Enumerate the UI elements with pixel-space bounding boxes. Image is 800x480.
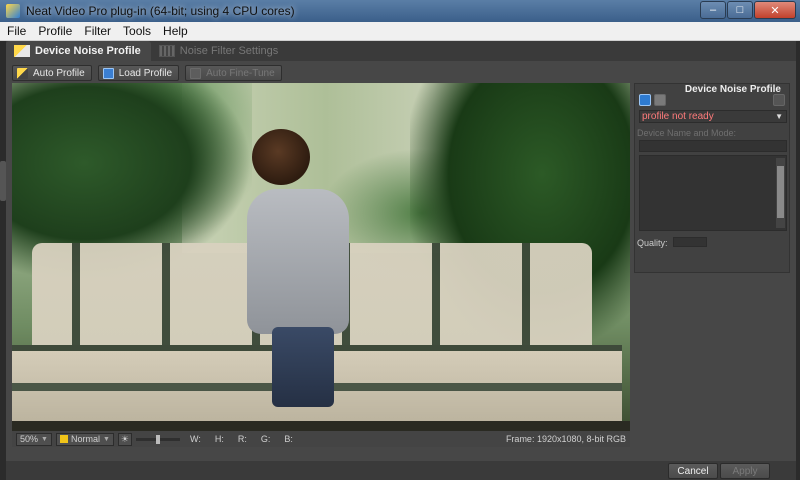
minimize-button[interactable]: – — [700, 1, 726, 19]
tab-bar: Device Noise Profile Noise Filter Settin… — [6, 41, 288, 61]
slider-knob[interactable] — [155, 434, 160, 444]
profile-info-icon[interactable] — [773, 94, 785, 106]
button-label: Load Profile — [118, 67, 173, 79]
tab-noise-filter-settings[interactable]: Noise Filter Settings — [151, 41, 288, 61]
device-name-field[interactable] — [639, 140, 787, 152]
height-readout: H: — [214, 434, 224, 444]
fine-tune-icon — [190, 67, 202, 79]
auto-fine-tune-button[interactable]: Auto Fine-Tune — [185, 65, 282, 81]
red-readout: R: — [237, 434, 247, 444]
quality-indicator — [673, 237, 707, 247]
chevron-down-icon: ▼ — [775, 112, 783, 121]
filter-grid-icon — [158, 45, 175, 57]
scrollbar[interactable] — [776, 158, 785, 228]
menu-tools[interactable]: Tools — [118, 24, 156, 38]
folder-icon — [102, 67, 114, 79]
apply-button[interactable]: Apply — [720, 463, 770, 479]
save-profile-icon[interactable] — [654, 94, 666, 106]
close-button[interactable]: ✕ — [754, 1, 796, 19]
cancel-button[interactable]: Cancel — [668, 463, 718, 479]
panel-resize-handle[interactable] — [0, 161, 6, 201]
width-readout: W: — [189, 434, 201, 444]
view-mode-select[interactable]: Normal ▼ — [55, 432, 114, 446]
dialog-button-bar: Cancel Apply — [6, 461, 796, 480]
menu-profile[interactable]: Profile — [33, 24, 77, 38]
device-name-label: Device Name and Mode: — [637, 128, 737, 138]
brightness-toggle[interactable]: ☀ — [117, 432, 132, 446]
button-label: Auto Fine-Tune — [206, 67, 275, 79]
open-profile-icon[interactable] — [639, 94, 651, 106]
profile-status: profile not ready — [642, 111, 714, 122]
device-noise-profile-panel: Device Noise Profile profile not ready ▼… — [634, 83, 790, 273]
frame-info: Frame: 1920x1080, 8-bit RGB — [505, 434, 626, 444]
profile-toolbar: Auto Profile Load Profile Auto Fine-Tune — [12, 65, 282, 81]
video-preview[interactable] — [12, 83, 630, 431]
app-icon — [6, 4, 20, 18]
window-controls: – □ ✕ — [700, 1, 796, 19]
sun-icon: ☀ — [120, 433, 129, 444]
preview-child-body — [247, 189, 349, 334]
preview-statusbar: 50% ▼ Normal ▼ ☀ W: H: R: G: B: Frame: 1… — [12, 431, 630, 447]
wand-icon — [14, 45, 30, 57]
chevron-down-icon: ▼ — [102, 435, 110, 443]
profile-select[interactable]: profile not ready ▼ — [639, 110, 787, 123]
tab-device-noise-profile[interactable]: Device Noise Profile — [6, 41, 151, 61]
load-profile-button[interactable]: Load Profile — [97, 65, 180, 81]
auto-profile-button[interactable]: Auto Profile — [12, 65, 92, 81]
green-readout: G: — [260, 434, 271, 444]
menu-help[interactable]: Help — [158, 24, 193, 38]
chevron-down-icon: ▼ — [41, 435, 48, 443]
window-title: Neat Video Pro plug-in (64-bit; using 4 … — [26, 4, 295, 18]
zoom-value: 50% — [20, 434, 39, 444]
view-mode-value: Normal — [70, 434, 100, 444]
menu-filter[interactable]: Filter — [79, 24, 116, 38]
mode-swatch-icon — [59, 435, 68, 443]
menu-file[interactable]: File — [2, 24, 31, 38]
maximize-button[interactable]: □ — [727, 1, 753, 19]
tab-label: Device Noise Profile — [35, 45, 141, 57]
scrollbar-thumb[interactable] — [777, 166, 784, 218]
menu-bar: File Profile Filter Tools Help — [0, 22, 800, 41]
brightness-slider[interactable] — [135, 434, 180, 444]
side-panel-icons — [639, 94, 785, 106]
quality-label: Quality: — [637, 238, 668, 248]
profile-notes-area[interactable] — [639, 155, 787, 231]
tab-label: Noise Filter Settings — [179, 45, 279, 57]
blue-readout: B: — [284, 434, 293, 444]
window-titlebar: Neat Video Pro plug-in (64-bit; using 4 … — [0, 0, 800, 22]
main-area: Device Noise Profile Noise Filter Settin… — [0, 41, 796, 480]
button-label: Auto Profile — [33, 67, 85, 79]
wand-icon — [17, 67, 28, 79]
preview-child-legs — [272, 327, 334, 407]
preview-floor — [12, 421, 630, 431]
zoom-select[interactable]: 50% ▼ — [16, 432, 52, 446]
preview-child-head — [252, 129, 310, 185]
profile-panel: Auto Profile Load Profile Auto Fine-Tune — [0, 61, 796, 461]
